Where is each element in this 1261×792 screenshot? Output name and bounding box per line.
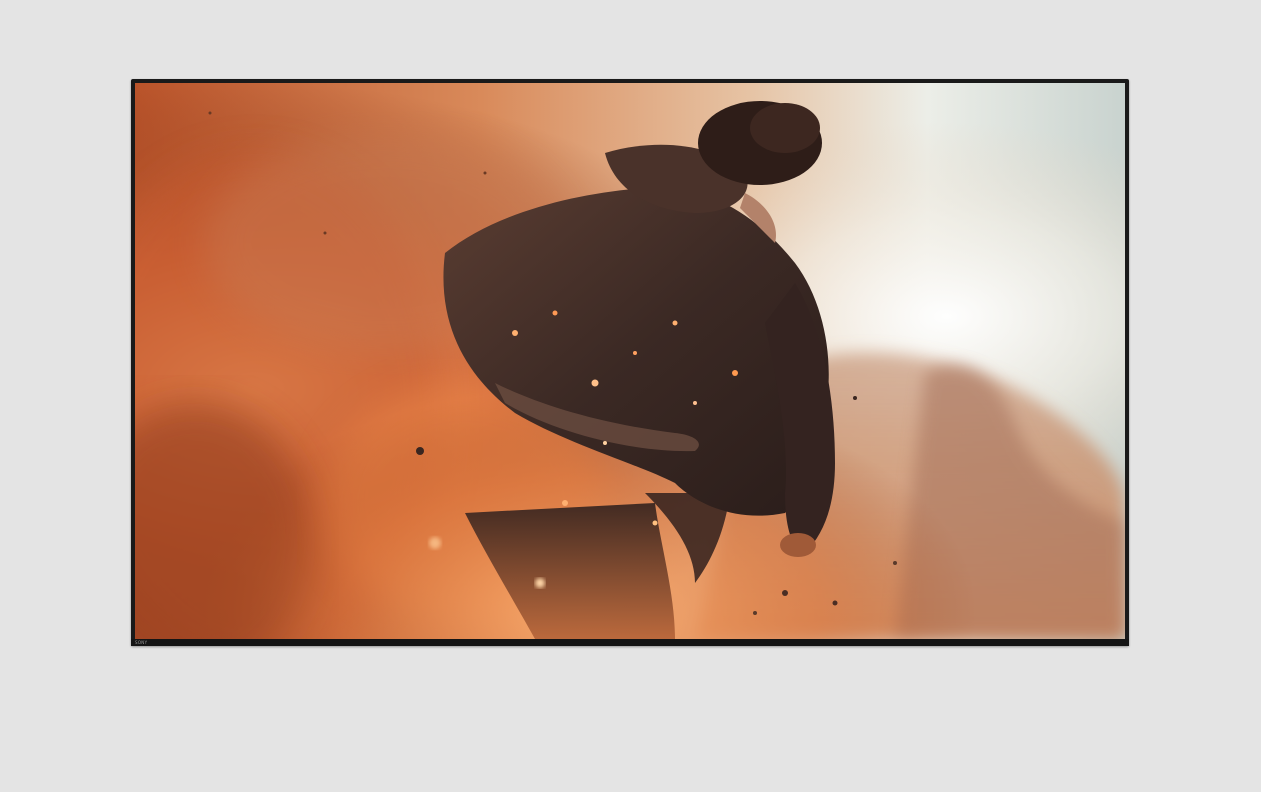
bottom-bezel: SONY (131, 639, 1129, 646)
tv-screen (135, 83, 1125, 639)
product-stage: SONY (0, 0, 1261, 792)
brand-logo: SONY (135, 640, 148, 645)
television-bezel: SONY (131, 79, 1129, 646)
screen-scene (135, 83, 1125, 639)
